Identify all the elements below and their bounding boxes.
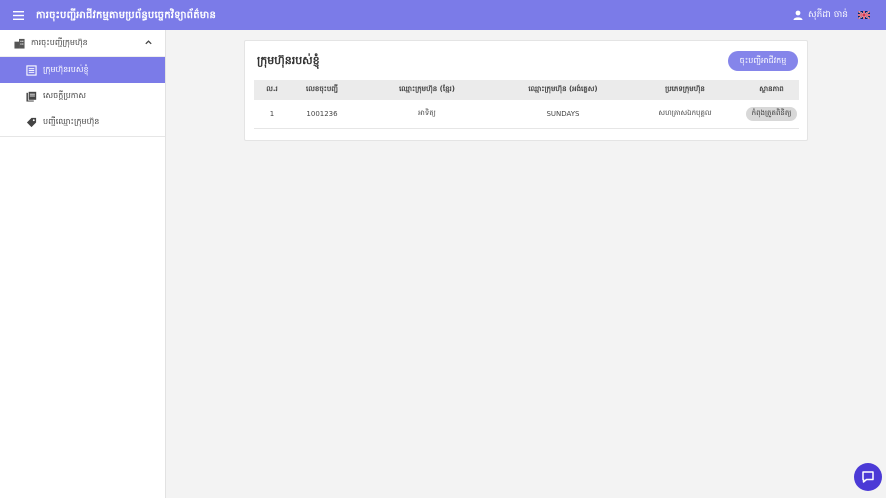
hamburger-icon [12, 10, 24, 20]
col-name-english: ឈ្មោះក្រុមហ៊ុន (អង់គ្លេស) [500, 80, 626, 100]
col-status: ស្ថានភាព [744, 80, 799, 100]
sidebar-item-label: បញ្ជីឈ្មោះក្រុមហ៊ុន [43, 117, 100, 126]
sidebar: ការចុះបញ្ជីក្រុមហ៊ុន ក្រុមហ៊ុនរបស់ខ្ញុំ … [0, 30, 166, 498]
col-no: ល.រ [254, 80, 290, 100]
cell-no: 1 [254, 100, 290, 129]
book-icon [26, 90, 37, 102]
my-companies-card: ក្រុមហ៊ុនរបស់ខ្ញុំ ចុះបញ្ជីអាជីវកម្ម ល.រ… [244, 40, 808, 141]
page-title: ក្រុមហ៊ុនរបស់ខ្ញុំ [257, 54, 320, 67]
cell-name-khmer: អាទិត្យ [354, 100, 500, 129]
table-header-row: ល.រ លេខចុះបញ្ជី ឈ្មោះក្រុមហ៊ុន (ខ្មែរ) ឈ… [254, 80, 799, 100]
cell-status: កំពុងត្រួតពិនិត្យ [744, 100, 799, 129]
sidebar-divider [0, 136, 165, 137]
tag-icon [26, 117, 37, 127]
sidebar-item-my-companies[interactable]: ក្រុមហ៊ុនរបស់ខ្ញុំ [0, 57, 165, 83]
sidebar-item-company-names[interactable]: បញ្ជីឈ្មោះក្រុមហ៊ុន [0, 109, 165, 135]
sidebar-group-company-registration[interactable]: ការចុះបញ្ជីក្រុមហ៊ុន [0, 30, 165, 57]
register-business-button[interactable]: ចុះបញ្ជីអាជីវកម្ម [728, 51, 798, 71]
chat-button[interactable] [854, 463, 882, 491]
uk-flag-icon[interactable] [858, 11, 870, 19]
menu-button[interactable] [0, 0, 36, 30]
list-icon [26, 64, 37, 76]
chevron-up-icon [145, 40, 152, 45]
status-badge: កំពុងត្រួតពិនិត្យ [745, 106, 798, 121]
sidebar-item-label: ក្រុមហ៊ុនរបស់ខ្ញុំ [43, 65, 89, 74]
user-menu[interactable]: សុភីដា ចាន់ [793, 9, 848, 22]
user-icon [793, 10, 803, 20]
cell-registration-number: 1001236 [290, 100, 354, 129]
top-app-bar: ការចុះបញ្ជីអាជីវកម្មតាមប្រព័ន្ធបច្ចេកវិទ… [0, 0, 886, 30]
table-row[interactable]: 1 1001236 អាទិត្យ SUNDAYS សហគ្រាសឯកបុគ្គ… [254, 100, 799, 129]
chat-bubble-icon [862, 471, 874, 483]
cell-name-english: SUNDAYS [500, 100, 626, 129]
app-title: ការចុះបញ្ជីអាជីវកម្មតាមប្រព័ន្ធបច្ចេកវិទ… [36, 9, 217, 21]
companies-table: ល.រ លេខចុះបញ្ជី ឈ្មោះក្រុមហ៊ុន (ខ្មែរ) ឈ… [254, 80, 799, 129]
sidebar-group-label: ការចុះបញ្ជីក្រុមហ៊ុន [31, 38, 88, 47]
cell-company-type: សហគ្រាសឯកបុគ្គល [626, 100, 744, 129]
sidebar-item-label: សេចក្ដីប្រកាស [43, 91, 87, 100]
user-name: សុភីដា ចាន់ [808, 9, 848, 20]
col-company-type: ប្រភេទក្រុមហ៊ុន [626, 80, 744, 100]
buildings-icon [14, 38, 25, 49]
col-name-khmer: ឈ្មោះក្រុមហ៊ុន (ខ្មែរ) [354, 80, 500, 100]
col-registration-number: លេខចុះបញ្ជី [290, 80, 354, 100]
sidebar-item-announcements[interactable]: សេចក្ដីប្រកាស [0, 83, 165, 109]
